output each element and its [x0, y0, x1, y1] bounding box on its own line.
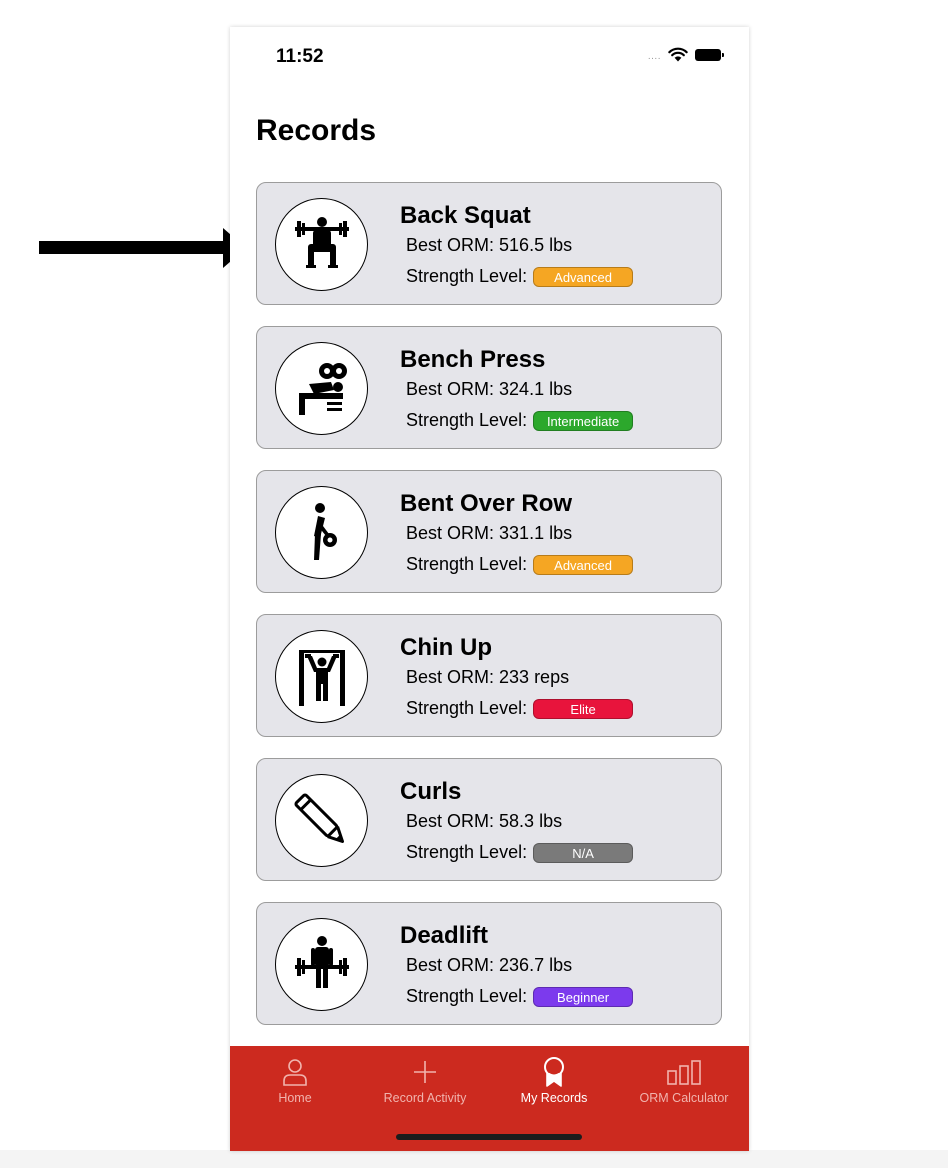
tab-label: My Records: [520, 1091, 588, 1105]
back-squat-icon: [294, 216, 349, 268]
strength-level: Strength Level: Elite: [406, 698, 634, 719]
tab-bar: Home Record Activity My Records ORM Calc…: [230, 1046, 749, 1151]
status-time: 11:52: [276, 46, 324, 67]
record-card[interactable]: Deadlift Best ORM: 236.7 lbs Strength Le…: [256, 902, 722, 1025]
chin-up-icon: [298, 649, 345, 706]
tab-home[interactable]: Home: [230, 1056, 360, 1105]
best-orm: Best ORM: 233 reps: [406, 667, 570, 687]
exercise-icon-circle: [275, 918, 368, 1011]
exercise-name: Chin Up: [400, 634, 492, 661]
strength-level: Strength Level: N/A: [406, 842, 634, 863]
tab-label: ORM Calculator: [639, 1091, 729, 1105]
strength-level-badge: Advanced: [533, 554, 634, 575]
signal-dots: ....: [647, 51, 661, 62]
status-bar: 11:52 ....: [230, 27, 749, 89]
strength-level-badge: Beginner: [533, 986, 634, 1007]
home-indicator[interactable]: [396, 1134, 582, 1140]
exercise-icon-circle: [275, 630, 368, 723]
exercise-name: Curls: [400, 778, 462, 805]
tab-orm-calculator[interactable]: ORM Calculator: [619, 1056, 749, 1105]
phone-screen: 11:52 .... Records Back Squat Best ORM: …: [230, 27, 749, 1151]
strength-level-label: Strength Level:: [406, 986, 528, 1006]
status-icons: ....: [647, 47, 724, 62]
exercise-name: Deadlift: [400, 922, 489, 949]
strength-level-badge: Intermediate: [533, 410, 634, 431]
best-orm: Best ORM: 58.3 lbs: [406, 811, 563, 831]
exercise-name: Bent Over Row: [400, 490, 573, 517]
tab-label: Home: [278, 1091, 312, 1105]
right-arrow-icon: [39, 228, 246, 268]
strength-level-label: Strength Level:: [406, 554, 528, 574]
pencil-icon: [293, 792, 344, 843]
record-card[interactable]: Bench Press Best ORM: 324.1 lbs Strength…: [256, 326, 722, 449]
page-bottom-strip: [0, 1150, 948, 1168]
strength-level: Strength Level: Advanced: [406, 554, 634, 575]
bar-chart-icon: [667, 1060, 701, 1085]
record-card[interactable]: Chin Up Best ORM: 233 reps Strength Leve…: [256, 614, 722, 737]
tab-record-activity[interactable]: Record Activity: [360, 1056, 490, 1105]
bent-over-row-icon: [313, 502, 337, 560]
exercise-icon-circle: [275, 486, 368, 579]
record-card[interactable]: Back Squat Best ORM: 516.5 lbs Strength …: [256, 182, 722, 305]
record-card[interactable]: Curls Best ORM: 58.3 lbs Strength Level:…: [256, 758, 722, 881]
best-orm: Best ORM: 324.1 lbs: [406, 379, 573, 399]
strength-level-badge: N/A: [533, 842, 634, 863]
strength-level: Strength Level: Advanced: [406, 266, 634, 287]
page-title: Records: [256, 114, 377, 147]
tab-label: Record Activity: [383, 1091, 467, 1105]
exercise-name: Back Squat: [400, 202, 531, 229]
bench-press-icon: [298, 362, 347, 415]
wifi-icon: [668, 47, 688, 62]
strength-level: Strength Level: Beginner: [406, 986, 634, 1007]
strength-level-label: Strength Level:: [406, 266, 528, 286]
record-card[interactable]: Bent Over Row Best ORM: 331.1 lbs Streng…: [256, 470, 722, 593]
best-orm: Best ORM: 516.5 lbs: [406, 235, 573, 255]
strength-level-label: Strength Level:: [406, 410, 528, 430]
strength-level-badge: Elite: [533, 698, 634, 719]
exercise-icon-circle: [275, 774, 368, 867]
battery-icon: [695, 48, 724, 61]
person-icon: [283, 1059, 307, 1086]
tab-my-records[interactable]: My Records: [489, 1056, 619, 1105]
strength-level-badge: Advanced: [533, 266, 634, 287]
exercise-icon-circle: [275, 198, 368, 291]
exercise-name: Bench Press: [400, 346, 546, 373]
best-orm: Best ORM: 331.1 lbs: [406, 523, 573, 543]
strength-level-label: Strength Level:: [406, 842, 528, 862]
exercise-icon-circle: [275, 342, 368, 435]
best-orm: Best ORM: 236.7 lbs: [406, 955, 573, 975]
deadlift-icon: [294, 935, 349, 988]
strength-level: Strength Level: Intermediate: [406, 410, 634, 431]
plus-icon: [414, 1061, 436, 1083]
strength-level-label: Strength Level:: [406, 698, 528, 718]
ribbon-icon: [544, 1057, 564, 1087]
